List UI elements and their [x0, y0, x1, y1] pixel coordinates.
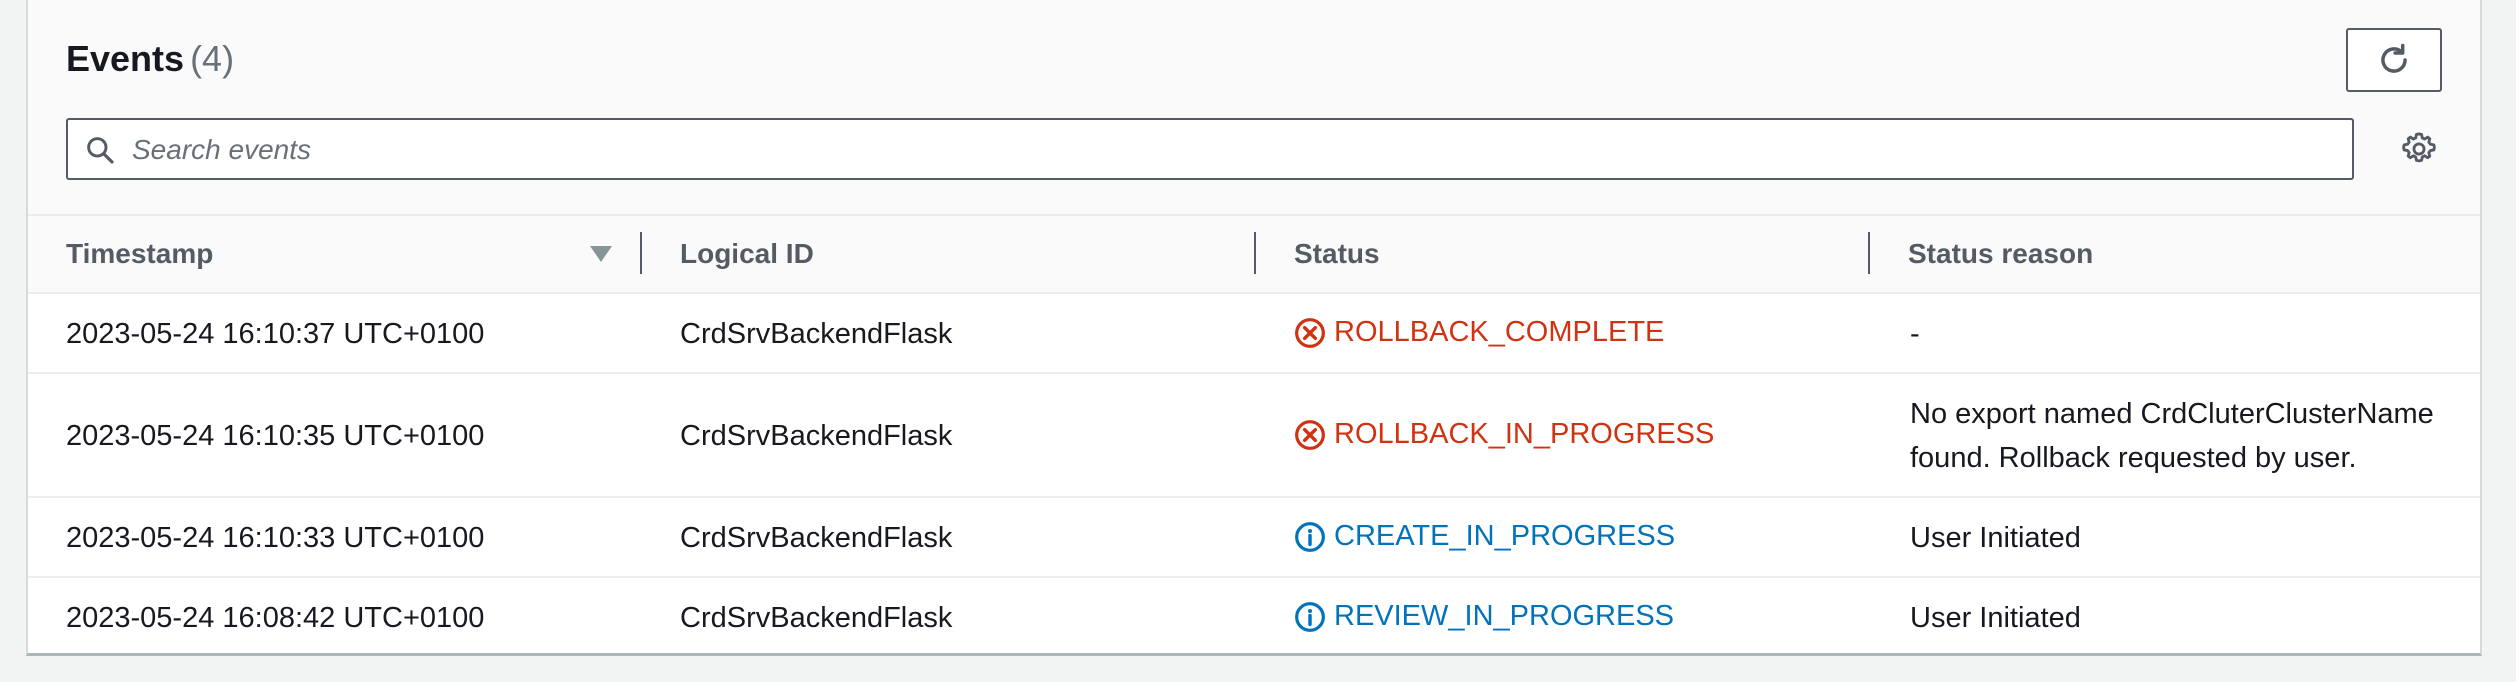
column-resizer[interactable]: [1254, 232, 1256, 274]
gear-icon: [2402, 132, 2436, 163]
cell-timestamp: 2023-05-24 16:10:35 UTC+0100: [66, 420, 485, 452]
panel-title: Events (4): [66, 38, 234, 80]
table-header: Timestamp Logical ID Status Status reaso…: [28, 216, 2480, 294]
info-icon: [1295, 521, 1325, 552]
cell-logical-id: CrdSrvBackendFlask: [680, 420, 953, 452]
column-header-logical-id[interactable]: Logical ID: [680, 238, 814, 270]
status-text: CREATE_IN_PROGRESS: [1334, 520, 1676, 552]
info-icon: [1295, 601, 1325, 632]
column-resizer[interactable]: [640, 232, 642, 274]
column-resizer[interactable]: [1868, 232, 1870, 274]
cell-status-reason: User Initiated: [1910, 602, 2081, 634]
table-row[interactable]: 2023-05-24 16:08:42 UTC+0100 CrdSrvBacke…: [28, 578, 2480, 654]
cell-timestamp: 2023-05-24 16:10:33 UTC+0100: [66, 522, 485, 554]
cell-status-reason: No export named CrdCluterClusterName fou…: [1910, 398, 2434, 474]
status-text: ROLLBACK_IN_PROGRESS: [1334, 418, 1715, 450]
events-panel: Events(4) Timestamp Logical ID: [26, 0, 2482, 656]
status-badge: ROLLBACK_IN_PROGRESS: [1294, 418, 1714, 451]
cell-timestamp: 2023-05-24 16:10:37 UTC+0100: [66, 318, 485, 350]
status-badge: REVIEW_IN_PROGRESS: [1294, 600, 1674, 633]
cell-status-reason: User Initiated: [1910, 522, 2081, 554]
cell-logical-id: CrdSrvBackendFlask: [680, 318, 953, 350]
table-row[interactable]: 2023-05-24 16:10:35 UTC+0100 CrdSrvBacke…: [28, 374, 2480, 498]
status-text: ROLLBACK_COMPLETE: [1334, 316, 1665, 348]
events-count: (4): [190, 38, 235, 79]
search-input[interactable]: [130, 124, 2334, 176]
cell-timestamp: 2023-05-24 16:08:42 UTC+0100: [66, 602, 485, 634]
column-header-timestamp[interactable]: Timestamp: [66, 238, 213, 270]
error-icon: [1295, 317, 1325, 348]
status-text: REVIEW_IN_PROGRESS: [1334, 600, 1675, 632]
column-header-status-reason[interactable]: Status reason: [1908, 238, 2093, 270]
error-icon: [1295, 419, 1325, 450]
status-badge: CREATE_IN_PROGRESS: [1294, 520, 1675, 553]
cell-status-reason: -: [1910, 318, 1920, 350]
caret-down-icon[interactable]: [590, 246, 612, 262]
refresh-button[interactable]: [2346, 28, 2442, 92]
cell-logical-id: CrdSrvBackendFlask: [680, 522, 953, 554]
settings-button[interactable]: [2400, 130, 2438, 168]
panel-header: Events (4): [28, 0, 2480, 216]
table-row[interactable]: 2023-05-24 16:10:33 UTC+0100 CrdSrvBacke…: [28, 498, 2480, 578]
search-box[interactable]: [66, 118, 2354, 180]
refresh-icon: [2381, 43, 2407, 73]
panel-title-text: Events: [66, 38, 185, 79]
cell-logical-id: CrdSrvBackendFlask: [680, 602, 953, 634]
table-row[interactable]: 2023-05-24 16:10:37 UTC+0100 CrdSrvBacke…: [28, 294, 2480, 374]
status-badge: ROLLBACK_COMPLETE: [1294, 316, 1664, 349]
column-header-status[interactable]: Status: [1294, 238, 1380, 270]
search-icon: [87, 137, 114, 164]
